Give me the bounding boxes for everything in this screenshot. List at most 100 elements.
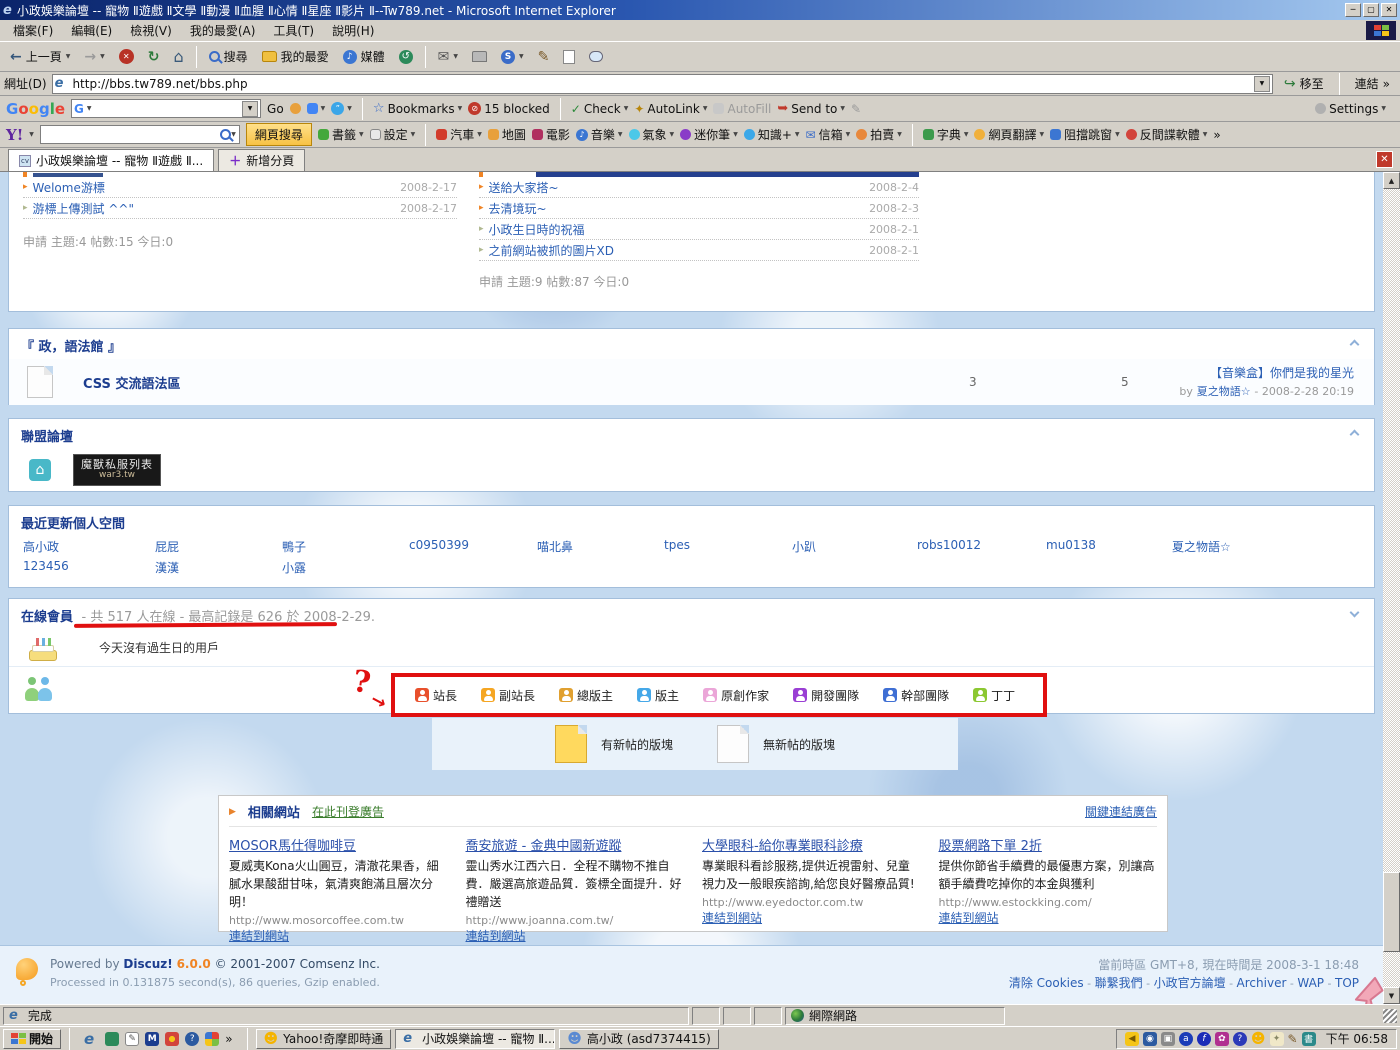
thread-link[interactable]: Welome游標	[33, 179, 105, 196]
menu-help[interactable]: 說明(H)	[323, 20, 383, 41]
volume-icon[interactable]: ◀	[1125, 1032, 1139, 1046]
user-link[interactable]: 鴨子	[282, 538, 306, 555]
yahoo-settings-button[interactable]: 設定▼	[370, 126, 416, 143]
vertical-scrollbar[interactable]: ▲ ▼	[1383, 172, 1400, 1004]
maximize-button[interactable]: ▢	[1363, 3, 1379, 17]
footer-link[interactable]: 聯繫我們	[1095, 976, 1143, 990]
yahoo-cars-button[interactable]: 汽車▼	[436, 126, 482, 143]
yahoo-messenger-tray-icon[interactable]: ☻	[1251, 1031, 1266, 1047]
yahoo-maps-button[interactable]: 地圖	[488, 126, 526, 143]
user-link[interactable]: 小趴	[792, 538, 816, 555]
thread-link[interactable]: 游標上傳測試 ^^"	[33, 200, 134, 217]
tray-dictionary-icon[interactable]: 書	[1302, 1032, 1316, 1046]
footer-link[interactable]: 小政官方論壇	[1154, 976, 1226, 990]
yahoo-mail-button[interactable]: ✉信箱▼	[806, 126, 851, 143]
home-button[interactable]: ⌂	[167, 44, 189, 70]
user-link[interactable]: 123456	[23, 559, 69, 573]
edit-button[interactable]: ✎	[532, 44, 556, 70]
last-post-link[interactable]: 【音樂盒】你們是我的星光	[1210, 366, 1354, 380]
google-sendto-button[interactable]: ➥Send to▼	[777, 101, 845, 116]
yahoo-dictionary-button[interactable]: 字典▼	[923, 126, 969, 143]
ad-title-link[interactable]: 喬安旅遊 - 金典中國新遊蹤	[466, 839, 622, 854]
network-icon[interactable]: ▣	[1161, 1032, 1175, 1046]
keyword-ad-link[interactable]: 關鍵連結廣告	[1085, 803, 1157, 820]
google-autolink-button[interactable]: ✦AutoLink▼	[634, 102, 707, 116]
ad-visit-link[interactable]: 連結到網站	[229, 929, 289, 943]
legend-label[interactable]: 總版主	[577, 687, 613, 704]
google-search-dropdown[interactable]: ▼	[242, 101, 258, 117]
thread-link[interactable]: 小政生日時的祝福	[489, 221, 585, 238]
alliance-banner[interactable]: 魔獸私服列表 war3.tw	[73, 454, 161, 486]
yahoo-knowledge-button[interactable]: 知識+▼	[744, 126, 800, 143]
ad-visit-link[interactable]: 連結到網站	[939, 911, 999, 925]
thread-link[interactable]: 去清境玩~	[489, 200, 547, 217]
legend-label[interactable]: 幹部團隊	[901, 687, 949, 704]
links-button[interactable]: 連結»	[1349, 74, 1396, 94]
thread-link[interactable]: 之前網站被抓的圖片XD	[489, 242, 614, 259]
yahoo-music-button[interactable]: ♪音樂▼	[576, 126, 623, 143]
legend-label[interactable]: 副站長	[499, 687, 535, 704]
quicklaunch-icon[interactable]	[105, 1032, 119, 1046]
user-link[interactable]: mu0138	[1046, 538, 1096, 552]
menu-tools[interactable]: 工具(T)	[264, 20, 323, 41]
google-blocked-button[interactable]: ⊘15 blocked	[468, 102, 550, 116]
legend-label[interactable]: 版主	[655, 687, 679, 704]
legend-label[interactable]: 站長	[433, 687, 457, 704]
quicklaunch-flower-icon[interactable]	[165, 1032, 179, 1046]
wireless-icon[interactable]: ◉	[1143, 1032, 1157, 1046]
footer-link[interactable]: 清除 Cookies	[1009, 976, 1084, 990]
ad-title-link[interactable]: 股票網路下單 2折	[939, 839, 1042, 854]
ad-title-link[interactable]: 大學眼科-給你專業眼科診療	[702, 839, 863, 854]
post-ad-link[interactable]: 在此刊登廣告	[312, 803, 384, 820]
history-button[interactable]: ↺	[393, 44, 419, 70]
task-messenger-chat[interactable]: ☻ 高小政 (asd7374415)	[559, 1029, 718, 1049]
google-quotes-button[interactable]: ”▼	[331, 102, 352, 115]
tray-a-icon[interactable]: a	[1179, 1032, 1193, 1046]
quicklaunch-edit-icon[interactable]: ✎	[125, 1032, 139, 1046]
stop-button[interactable]: ✕	[113, 44, 140, 70]
task-yahoo-messenger[interactable]: ☻ Yahoo!奇摩即時通	[256, 1029, 392, 1049]
go-button[interactable]: ↪ 移至	[1278, 74, 1330, 94]
yahoo-translate-button[interactable]: 網頁翻譯▼	[974, 126, 1044, 143]
refresh-button[interactable]: ↻	[142, 44, 166, 70]
google-sites-button[interactable]: ▼	[307, 103, 326, 114]
quicklaunch-more-button[interactable]: »	[225, 1032, 232, 1046]
yahoo-more-button[interactable]: »	[1213, 128, 1220, 142]
ad-title-link[interactable]: MOSOR馬仕得咖啡豆	[229, 839, 356, 854]
forum-link[interactable]: CSS 交流語法區	[83, 373, 180, 392]
menu-view[interactable]: 檢視(V)	[121, 20, 181, 41]
user-link[interactable]: tpes	[664, 538, 690, 552]
back-button[interactable]: ← 上一頁▼	[4, 44, 76, 70]
section-title[interactable]: 『 政，語法館 』	[9, 329, 1374, 362]
forward-button[interactable]: → ▼	[78, 44, 110, 70]
quicklaunch-grid-icon[interactable]	[205, 1032, 219, 1046]
footer-link[interactable]: WAP	[1297, 976, 1324, 990]
tray-question-icon[interactable]: ?	[1233, 1032, 1247, 1046]
tab-active[interactable]: cv 小政娛樂論壇 -- 寵物 Ⅱ遊戲 Ⅱ...	[8, 149, 214, 171]
legend-label[interactable]: 丁丁	[991, 687, 1015, 704]
tray-pencil-icon[interactable]: ✎	[1288, 1032, 1298, 1046]
notes-button[interactable]	[557, 44, 581, 70]
quicklaunch-circle-icon[interactable]: ?	[185, 1032, 199, 1046]
google-go-button[interactable]: Go	[267, 102, 284, 116]
discuss-button[interactable]	[583, 44, 609, 70]
task-forum-window[interactable]: e 小政娛樂論壇 -- 寵物 Ⅱ...	[395, 1029, 555, 1049]
tray-purple-icon[interactable]: ✿	[1215, 1032, 1229, 1046]
user-link[interactable]: 屁屁	[155, 538, 179, 555]
minimize-button[interactable]: ─	[1345, 3, 1361, 17]
menu-file[interactable]: 檔案(F)	[4, 20, 62, 41]
user-link[interactable]: 喵北鼻	[537, 538, 573, 555]
media-button[interactable]: ♪媒體	[337, 44, 391, 70]
search-button[interactable]: 搜尋	[203, 44, 254, 70]
yahoo-bookmark-button[interactable]: 書籤▼	[318, 126, 364, 143]
user-link[interactable]: 高小政	[23, 538, 59, 555]
user-link[interactable]: 夏之物語☆	[1172, 538, 1231, 555]
scroll-thumb[interactable]	[1383, 872, 1400, 952]
yahoo-movies-button[interactable]: 電影	[532, 126, 570, 143]
google-check-button[interactable]: ✓Check▼	[571, 102, 629, 116]
menu-edit[interactable]: 編輯(E)	[62, 20, 121, 41]
user-link[interactable]: 小露	[282, 559, 306, 576]
google-bookmarks-button[interactable]: ☆Bookmarks▼	[373, 101, 462, 116]
ad-visit-link[interactable]: 連結到網站	[466, 929, 526, 943]
address-input[interactable]: e http://bbs.tw789.net/bbs.php ▼	[52, 74, 1273, 94]
